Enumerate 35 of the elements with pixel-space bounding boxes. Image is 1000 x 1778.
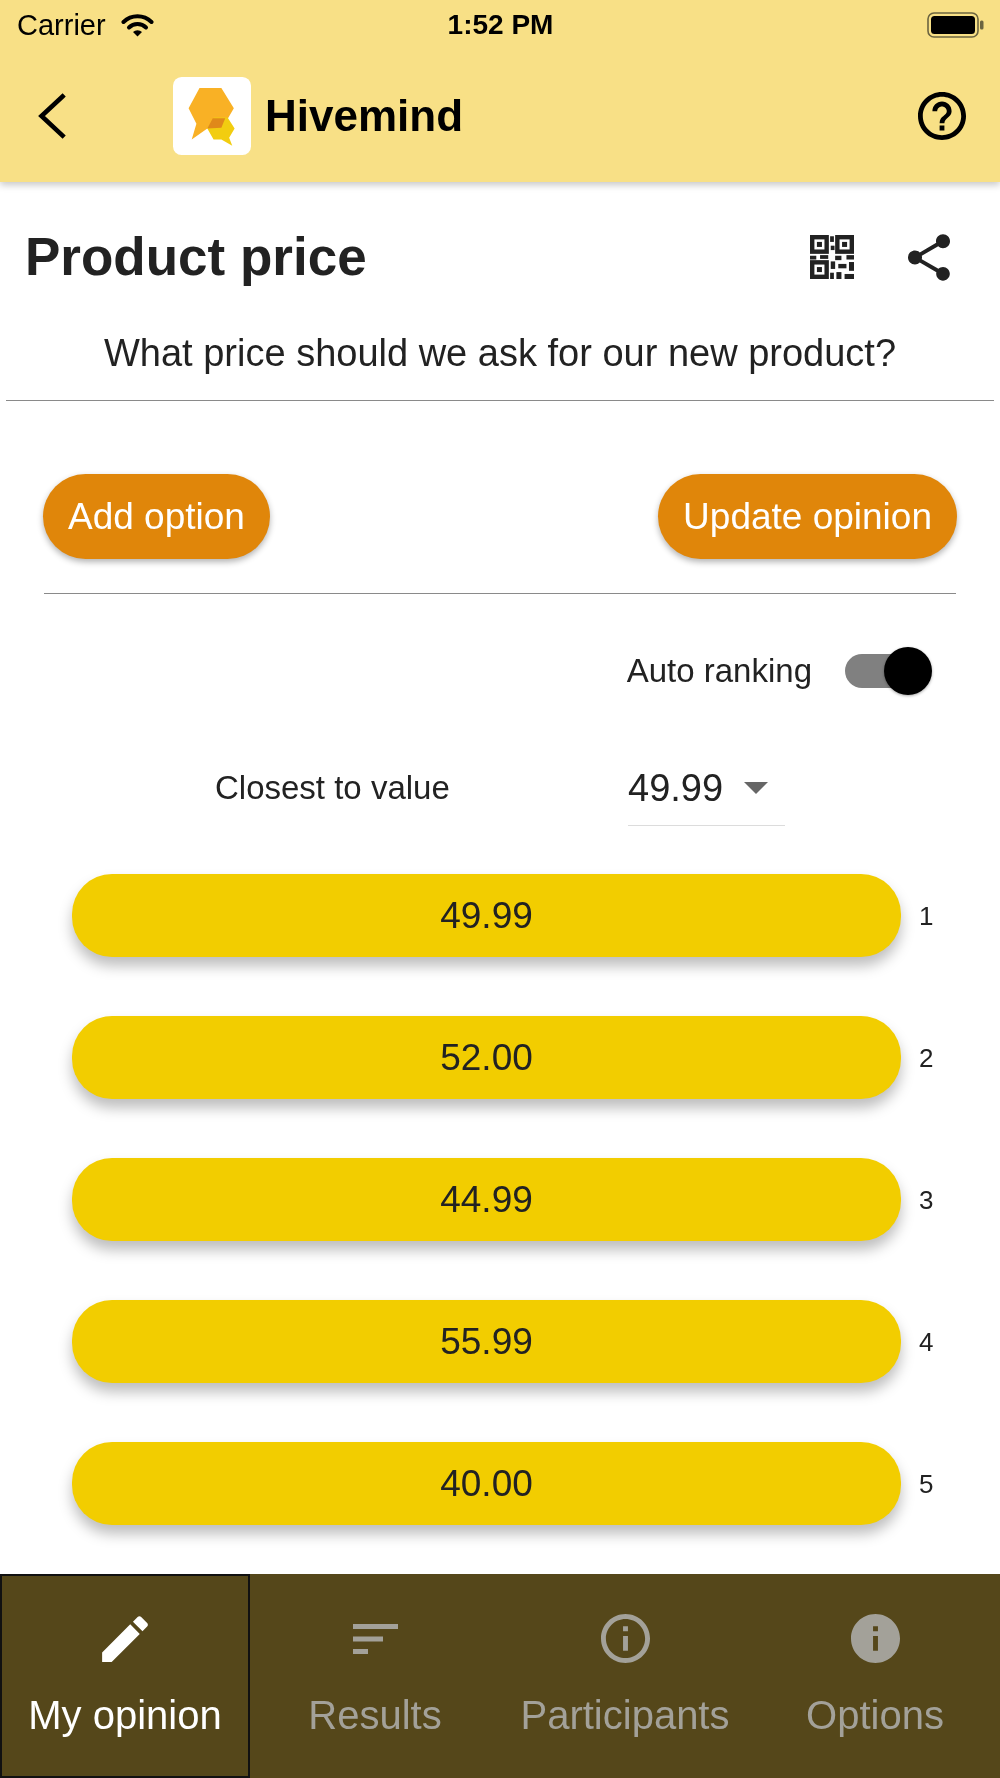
auto-ranking-toggle[interactable] bbox=[845, 647, 932, 695]
rank-number: 4 bbox=[919, 1325, 934, 1358]
nav-tab[interactable]: Options bbox=[750, 1574, 1000, 1778]
rank-number: 2 bbox=[919, 1041, 934, 1074]
qr-code-icon[interactable] bbox=[810, 235, 854, 279]
option-item[interactable]: 49.99 bbox=[72, 874, 901, 957]
option-item[interactable]: 52.00 bbox=[72, 1016, 901, 1099]
option-item[interactable]: 55.99 bbox=[72, 1300, 901, 1383]
nav-tab[interactable]: My opinion bbox=[0, 1574, 250, 1778]
app-title: Hivemind bbox=[265, 90, 464, 142]
pencil-icon bbox=[102, 1615, 148, 1662]
help-icon[interactable] bbox=[918, 92, 966, 140]
clock-text: 1:52 PM bbox=[447, 8, 554, 42]
rank-number: 3 bbox=[919, 1183, 934, 1216]
back-icon[interactable] bbox=[37, 93, 66, 139]
auto-ranking-label: Auto ranking bbox=[626, 651, 812, 691]
rank-number: 1 bbox=[919, 899, 934, 932]
info-icon bbox=[600, 1614, 650, 1663]
info-icon bbox=[850, 1614, 900, 1663]
option-item[interactable]: 40.00 bbox=[72, 1442, 901, 1525]
carrier-text: Carrier bbox=[17, 8, 106, 42]
logo-icon bbox=[173, 77, 251, 155]
option-item[interactable]: 44.99 bbox=[72, 1158, 901, 1241]
poll-question: What price should we ask for our new product? bbox=[102, 331, 898, 376]
rank-number: 5 bbox=[919, 1467, 934, 1500]
nav-tab[interactable]: Results bbox=[250, 1574, 500, 1778]
poll-title: Product price bbox=[25, 226, 367, 288]
value-dropdown[interactable]: 49.99 bbox=[628, 763, 785, 826]
wifi-icon bbox=[120, 13, 154, 37]
sort-icon bbox=[352, 1623, 398, 1654]
caret-icon bbox=[744, 782, 768, 794]
ranking-rule-label: Closest to value bbox=[215, 768, 451, 808]
battery-icon bbox=[927, 12, 984, 38]
nav-tab[interactable]: Participants bbox=[500, 1574, 750, 1778]
share-icon[interactable] bbox=[908, 233, 950, 281]
